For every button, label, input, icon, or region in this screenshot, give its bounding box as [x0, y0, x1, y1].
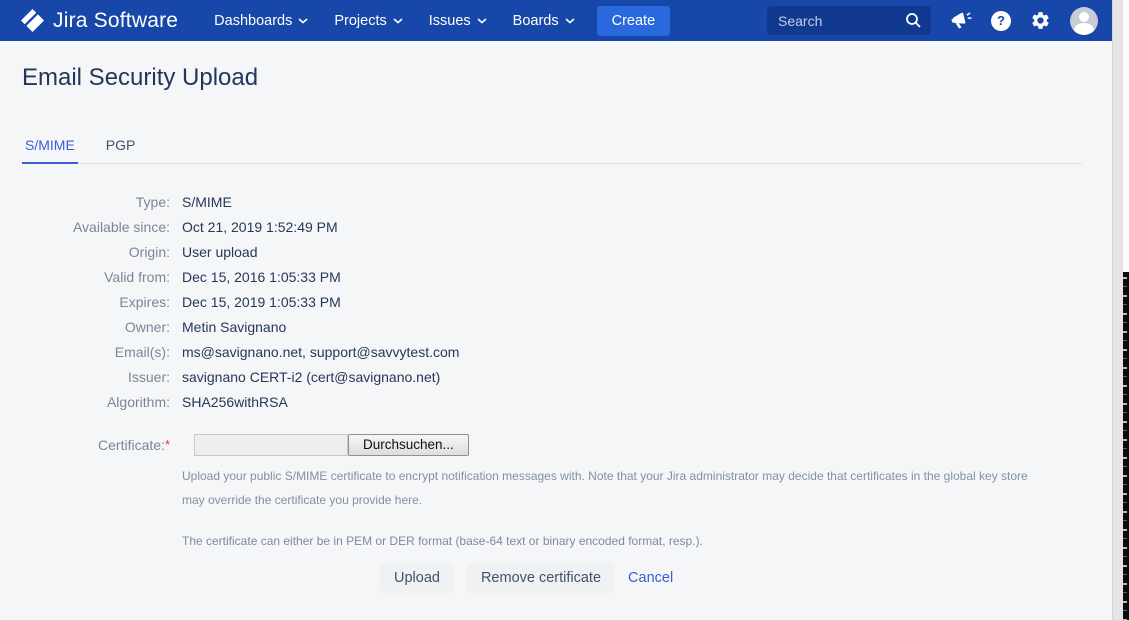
gear-icon[interactable]: [1030, 10, 1051, 31]
nav-item-issues[interactable]: Issues: [419, 7, 497, 35]
tab-smime[interactable]: S/MIME: [22, 137, 78, 164]
browse-button[interactable]: Durchsuchen...: [348, 434, 469, 456]
field-row-algorithm: Algorithm: SHA256withRSA: [22, 390, 1112, 415]
field-value: Metin Savignano: [182, 315, 286, 340]
certificate-format-text: The certificate can either be in PEM or …: [182, 534, 1050, 548]
scrollbar-track[interactable]: [1112, 0, 1123, 620]
field-value: Dec 15, 2016 1:05:33 PM: [182, 265, 341, 290]
certificate-label-text: Certificate:: [98, 437, 165, 453]
nav-item-boards[interactable]: Boards: [503, 7, 585, 35]
field-row-issuer: Issuer: savignano CERT-i2 (cert@savignan…: [22, 365, 1112, 390]
chevron-down-icon: [477, 18, 487, 24]
field-row-emails: Email(s): ms@savignano.net, support@savv…: [22, 340, 1112, 365]
field-value: ms@savignano.net, support@savvytest.com: [182, 340, 459, 365]
chevron-down-icon: [298, 18, 308, 24]
avatar[interactable]: [1070, 7, 1098, 35]
field-value: Oct 21, 2019 1:52:49 PM: [182, 215, 338, 240]
field-row-type: Type: S/MIME: [22, 190, 1112, 215]
field-label: Owner:: [22, 315, 170, 340]
search-input[interactable]: [778, 13, 905, 29]
file-input: Durchsuchen...: [194, 434, 1050, 456]
page-title: Email Security Upload: [22, 64, 1112, 92]
main-content: Email Security Upload S/MIME PGP Type: S…: [0, 41, 1112, 593]
field-label: Valid from:: [22, 265, 170, 290]
certificate-details: Type: S/MIME Available since: Oct 21, 20…: [22, 190, 1112, 415]
field-value: SHA256withRSA: [182, 390, 288, 415]
field-row-owner: Owner: Metin Savignano: [22, 315, 1112, 340]
nav-item-projects[interactable]: Projects: [324, 7, 412, 35]
upload-button[interactable]: Upload: [380, 563, 454, 593]
nav-item-label: Projects: [334, 13, 386, 29]
remove-certificate-button[interactable]: Remove certificate: [467, 563, 615, 593]
field-row-available-since: Available since: Oct 21, 2019 1:52:49 PM: [22, 215, 1112, 240]
navbar-right: ?: [767, 6, 1098, 35]
avatar-body: [1074, 23, 1094, 35]
nav-item-dashboards[interactable]: Dashboards: [204, 7, 318, 35]
field-label: Expires:: [22, 290, 170, 315]
top-navbar: Jira Software Dashboards Projects Issues…: [0, 0, 1112, 41]
help-icon[interactable]: ?: [991, 11, 1011, 31]
field-value: savignano CERT-i2 (cert@savignano.net): [182, 365, 440, 390]
field-label: Origin:: [22, 240, 170, 265]
certificate-label: Certificate:*: [22, 434, 170, 456]
cancel-link[interactable]: Cancel: [628, 570, 673, 586]
jira-logo[interactable]: Jira Software: [20, 8, 178, 33]
background-window-sliver: [1123, 272, 1129, 620]
question-mark: ?: [991, 11, 1011, 31]
required-marker: *: [165, 437, 170, 452]
avatar-head: [1079, 12, 1089, 22]
jira-logo-icon: [20, 8, 45, 33]
field-value: User upload: [182, 240, 258, 265]
certificate-upload-body: Durchsuchen... Upload your public S/MIME…: [182, 434, 1050, 593]
field-label: Issuer:: [22, 365, 170, 390]
chevron-down-icon: [565, 18, 575, 24]
field-row-origin: Origin: User upload: [22, 240, 1112, 265]
search-icon[interactable]: [905, 12, 922, 29]
tab-pgp[interactable]: PGP: [103, 137, 139, 164]
nav-menu: Dashboards Projects Issues Boards: [204, 7, 584, 35]
field-label: Available since:: [22, 215, 170, 240]
field-value: Dec 15, 2019 1:05:33 PM: [182, 290, 341, 315]
certificate-upload-row: Certificate:* Durchsuchen... Upload your…: [22, 434, 1112, 593]
megaphone-icon[interactable]: [950, 11, 972, 31]
search-box[interactable]: [767, 6, 931, 35]
logo-text: Jira Software: [53, 9, 178, 33]
tab-bar: S/MIME PGP: [22, 137, 1082, 164]
chevron-down-icon: [393, 18, 403, 24]
create-button[interactable]: Create: [597, 6, 671, 36]
form-actions: Upload Remove certificate Cancel: [380, 563, 1050, 593]
field-row-expires: Expires: Dec 15, 2019 1:05:33 PM: [22, 290, 1112, 315]
field-label: Email(s):: [22, 340, 170, 365]
certificate-help-text: Upload your public S/MIME certificate to…: [182, 464, 1050, 512]
field-label: Algorithm:: [22, 390, 170, 415]
field-value: S/MIME: [182, 190, 232, 215]
nav-item-label: Dashboards: [214, 13, 292, 29]
file-path-field[interactable]: [194, 434, 348, 456]
field-row-valid-from: Valid from: Dec 15, 2016 1:05:33 PM: [22, 265, 1112, 290]
nav-item-label: Issues: [429, 13, 471, 29]
nav-item-label: Boards: [513, 13, 559, 29]
window-edge-top: [1123, 0, 1129, 272]
field-label: Type:: [22, 190, 170, 215]
